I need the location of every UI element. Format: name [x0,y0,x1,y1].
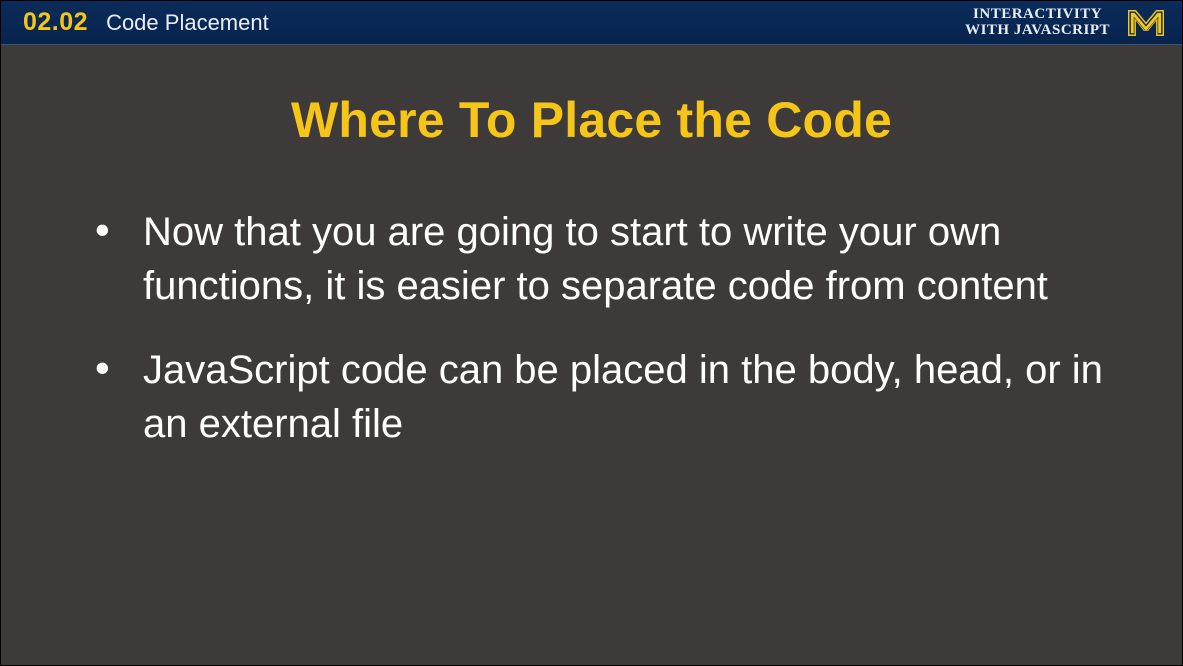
lesson-title: Code Placement [106,10,269,36]
bullet-item: Now that you are going to start to write… [75,205,1108,313]
course-title-line1: INTERACTIVITY [965,7,1110,23]
course-title-line2: WITH JAVASCRIPT [965,23,1110,39]
bullet-item: JavaScript code can be placed in the bod… [75,343,1108,451]
slide: 02.02 Code Placement INTERACTIVITY WITH … [0,0,1183,666]
top-bar: 02.02 Code Placement INTERACTIVITY WITH … [1,1,1182,45]
michigan-logo-icon [1128,10,1164,36]
lesson-number: 02.02 [23,8,88,37]
course-title: INTERACTIVITY WITH JAVASCRIPT [965,7,1110,39]
course-block: INTERACTIVITY WITH JAVASCRIPT [965,7,1164,39]
slide-content: Where To Place the Code Now that you are… [1,61,1182,665]
slide-heading: Where To Place the Code [75,91,1108,149]
bullet-list: Now that you are going to start to write… [75,205,1108,451]
